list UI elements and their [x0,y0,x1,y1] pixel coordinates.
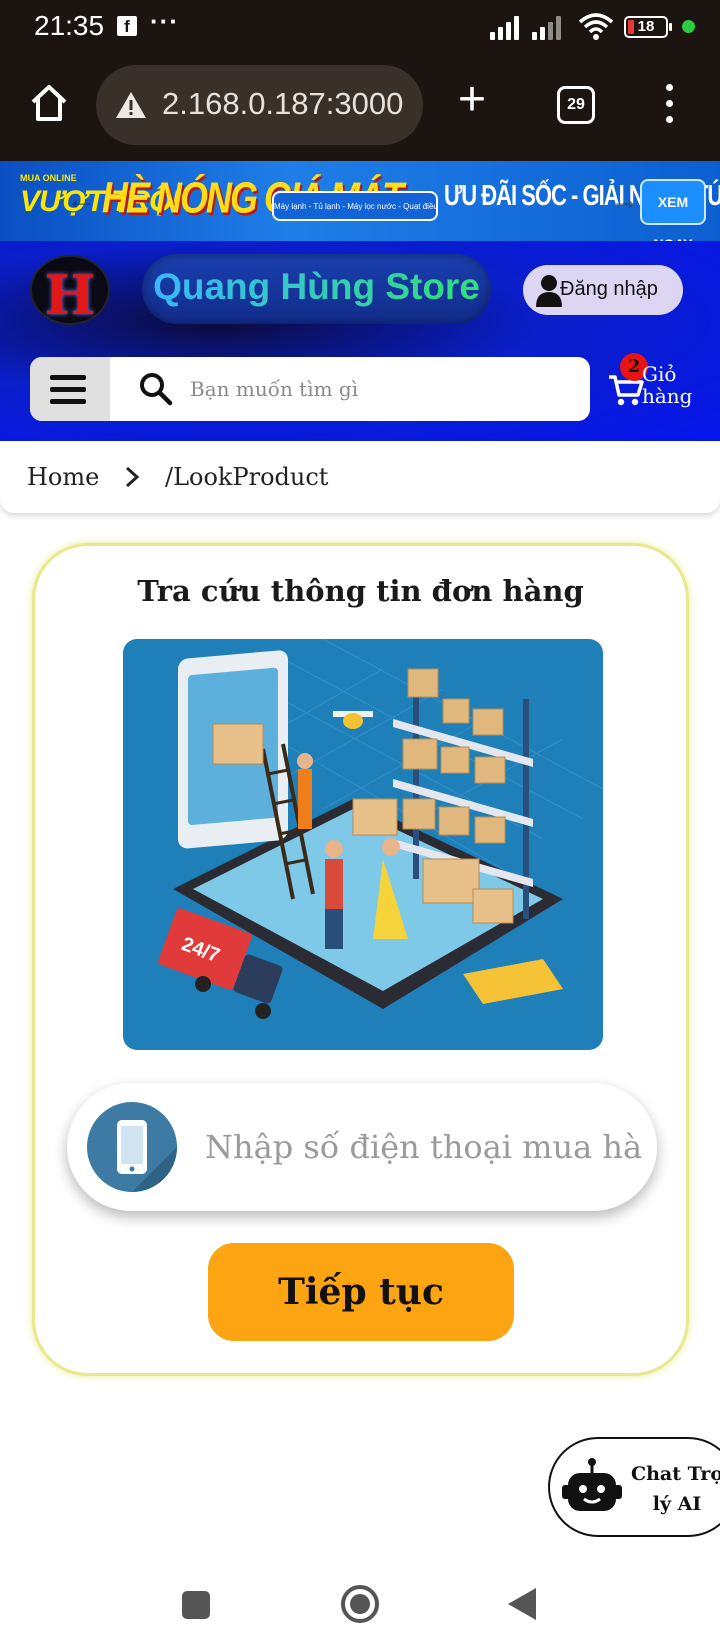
banner-products: Máy lạnh - Tủ lạnh - Máy lọc nước - Quạt… [272,191,438,221]
breadcrumb: Home /LookProduct [0,441,720,513]
wifi-icon [578,13,614,40]
lookup-title: Tra cứu thông tin đơn hàng [137,574,584,608]
store-logo[interactable]: H [30,255,110,327]
site-header: H Quang Hùng Store Đăng nhập 2 Giỏ hàng [0,241,720,441]
new-tab-plus-icon[interactable]: + [458,76,486,124]
banner-small-text: MUA ONLINE [20,173,77,183]
more-notifications-icon: ··· [150,6,179,36]
continue-button[interactable]: Tiếp tục [208,1243,514,1341]
chat-label-line2: lý AI [652,1493,702,1515]
more-menu-icon[interactable] [666,84,674,124]
recent-apps-icon[interactable] [182,1591,210,1619]
cart-label: Giỏ hàng [642,362,693,408]
chevron-right-icon [125,466,140,488]
tabs-counter-button[interactable]: 29 [557,86,595,124]
user-icon [536,275,562,307]
facebook-notification-icon: f [117,16,137,36]
breadcrumb-current: /LookProduct [165,463,329,491]
phone-icon [87,1102,177,1192]
system-nav-bar [0,1550,720,1650]
order-lookup-card: Tra cứu thông tin đơn hàng 24/7 Nhập số … [32,543,689,1376]
search-input[interactable] [190,371,570,407]
back-triangle-icon[interactable] [508,1588,536,1620]
phone-number-input[interactable] [205,1123,643,1171]
phone-input-field[interactable] [67,1083,657,1211]
privacy-indicator-dot [682,20,695,33]
promo-banner[interactable]: MUA ONLINE VƯỢT TRỘI ← HÈ NÓNG GIÁ MÁT M… [0,161,720,241]
ai-chat-button[interactable]: Chat Trợ lý AI [548,1437,720,1537]
search-bar [30,357,590,421]
home-circle-icon[interactable] [341,1585,379,1623]
store-name: Quang Hùng Store [142,266,491,308]
login-button[interactable]: Đăng nhập [523,265,683,315]
chat-label: Chat Trợ lý AI [622,1459,720,1519]
home-icon[interactable] [28,82,70,124]
status-icons: 18 [490,13,695,42]
banner-prev-arrow-icon[interactable]: ← [66,183,96,217]
battery-icon: 18 [624,16,672,38]
url-bar[interactable]: 2.168.0.187:3000 [96,65,423,145]
status-bar: 21:35 f ··· 18 [0,0,720,56]
signal-2-icon [532,14,566,40]
robot-icon [562,1458,622,1511]
status-time: 21:35 [34,10,105,41]
search-icon[interactable] [138,371,174,407]
warning-icon[interactable] [114,90,148,120]
hamburger-menu-button[interactable] [30,357,110,421]
logistics-illustration: 24/7 [123,639,603,1050]
store-name-pill[interactable]: Quang Hùng Store [142,254,491,324]
logo-letter: H [44,263,96,327]
banner-cta-button[interactable]: XEM NGAY [640,179,706,241]
cart-button[interactable]: 2 Giỏ hàng [608,353,718,413]
breadcrumb-home-link[interactable]: Home [27,463,99,491]
signal-1-icon [490,14,524,40]
browser-toolbar: 2.168.0.187:3000 + 29 [0,56,720,161]
banner-next-arrow-icon[interactable]: → [610,183,640,217]
url-text[interactable]: 2.168.0.187:3000 [162,86,412,122]
login-label: Đăng nhập [560,278,658,300]
chat-label-line1: Chat Trợ [630,1463,720,1485]
